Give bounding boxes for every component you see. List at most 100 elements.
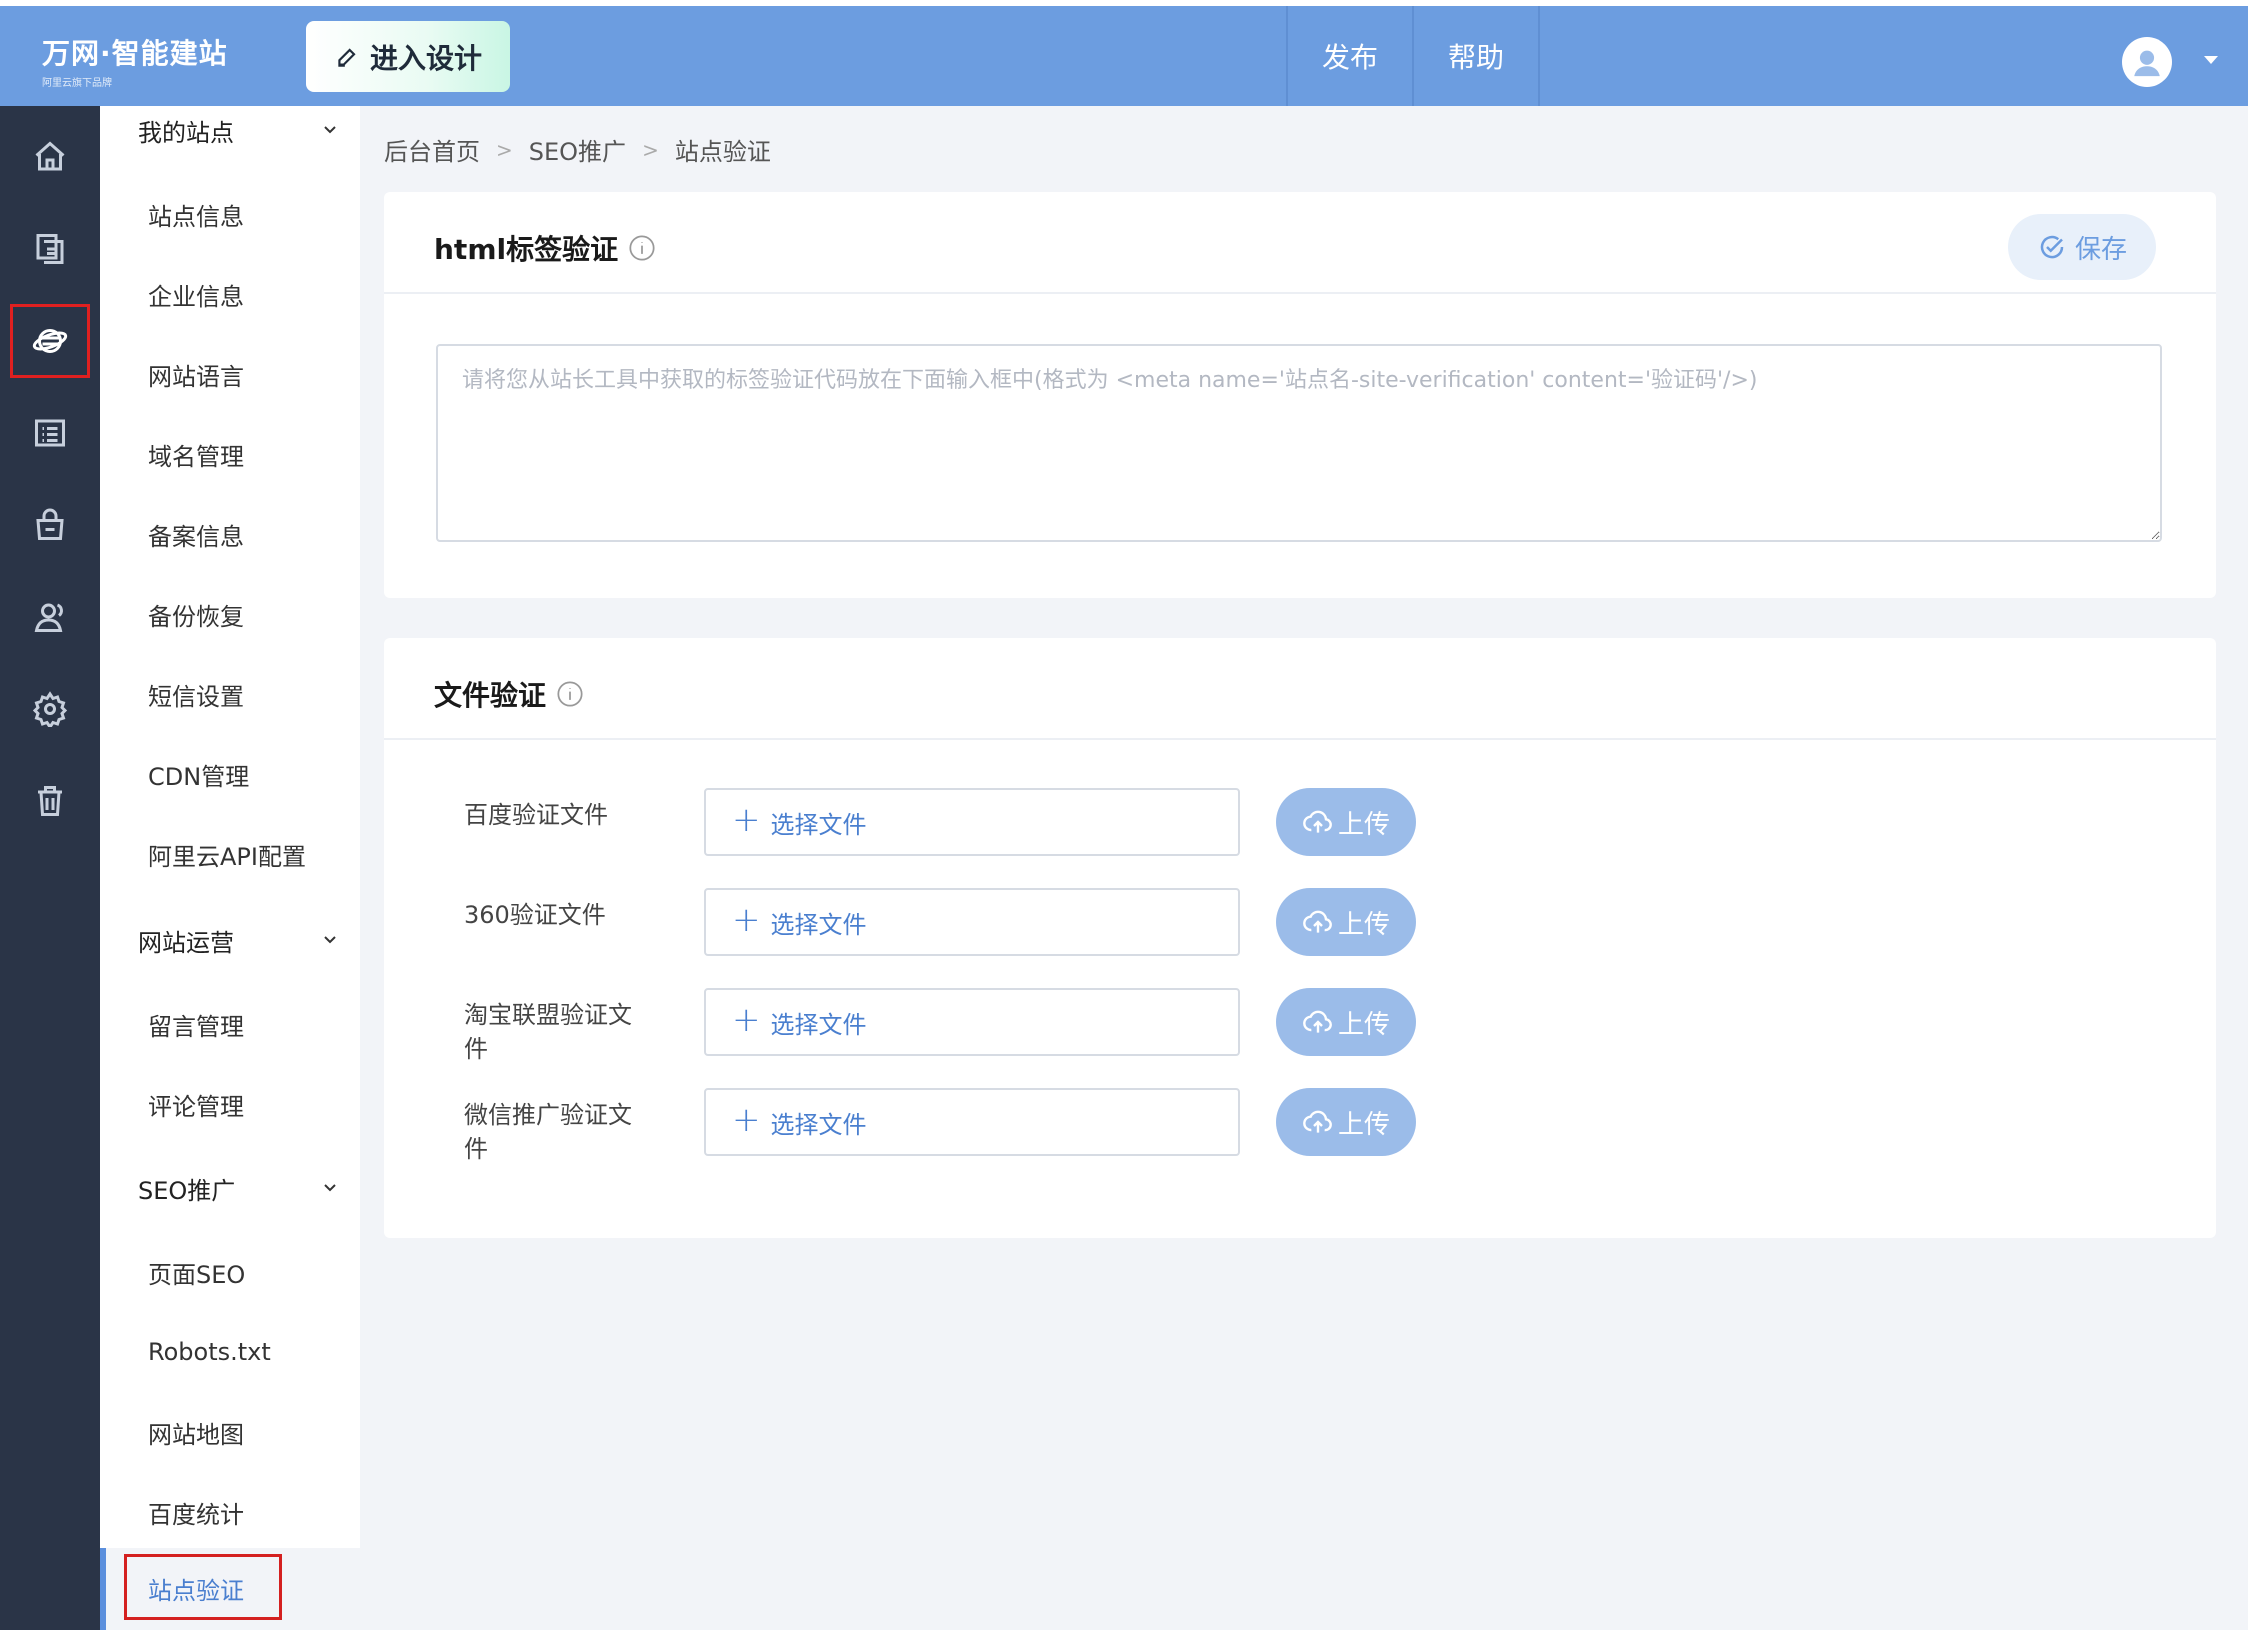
seo-globe-icon xyxy=(32,329,68,353)
help-button[interactable]: 帮助 xyxy=(1414,6,1538,106)
enter-design-label: 进入设计 xyxy=(369,41,482,75)
sidebar-item-aliyun-api[interactable]: 阿里云API配置 xyxy=(148,834,306,874)
group-seo-label: SEO推广 xyxy=(138,1176,236,1205)
sidebar-item-company-info[interactable]: 企业信息 xyxy=(148,274,244,314)
taobao-upload-button[interactable]: 上传 xyxy=(1276,988,1416,1056)
edit-pencil-icon xyxy=(338,47,356,67)
breadcrumb-home[interactable]: 后台首页 xyxy=(384,132,480,167)
info-icon[interactable] xyxy=(556,680,584,708)
logo[interactable]: 万网·智能建站 阿里云旗下品牌 xyxy=(42,32,228,89)
save-label: 保存 xyxy=(2074,234,2127,265)
select-file-label: 选择文件 xyxy=(770,910,867,939)
html-card-title: html标签验证 xyxy=(434,228,656,268)
wechat-upload-button[interactable]: 上传 xyxy=(1276,1088,1416,1156)
sidebar-item-backup[interactable]: 备份恢复 xyxy=(148,594,244,634)
baidu-upload-button[interactable]: 上传 xyxy=(1276,788,1416,856)
trash-icon xyxy=(38,786,62,816)
sidebar-item-icp[interactable]: 备案信息 xyxy=(148,514,244,554)
file-card-title: 文件验证 xyxy=(434,674,584,714)
rail-home[interactable] xyxy=(10,120,90,194)
rail-seo[interactable] xyxy=(10,304,90,378)
cloud-upload-icon xyxy=(1303,1110,1332,1133)
sidebar-item-page-seo[interactable]: 页面SEO xyxy=(148,1252,245,1292)
pages-icon xyxy=(36,234,64,264)
logo-text: 万网·智能建站 xyxy=(42,37,228,70)
rail-users[interactable] xyxy=(10,580,90,654)
logo-subtext: 阿里云旗下品牌 xyxy=(42,78,112,89)
sidebar-item-cdn[interactable]: CDN管理 xyxy=(148,754,249,794)
baidu-file-label: 百度验证文件 xyxy=(464,801,608,829)
save-button[interactable]: 保存 xyxy=(2008,214,2156,280)
card-header: 文件验证 xyxy=(384,638,2216,740)
user-icon xyxy=(2134,50,2160,77)
rail-trash[interactable] xyxy=(10,764,90,838)
info-icon[interactable] xyxy=(628,234,656,262)
chevron-down-icon xyxy=(324,1184,336,1192)
settings-icon xyxy=(32,691,68,727)
wechat-select-file-button[interactable]: + 选择文件 xyxy=(704,1088,1240,1156)
breadcrumb-current: 站点验证 xyxy=(674,138,771,166)
breadcrumb: 后台首页 > SEO推广 > 站点验证 xyxy=(384,132,771,167)
sidebar-item-messages[interactable]: 留言管理 xyxy=(148,1004,244,1044)
select-file-label: 选择文件 xyxy=(770,810,867,839)
secondary-sidebar: 我的站点 站点信息 企业信息 网站语言 域名管理 备案信息 备份恢复 短信设置 … xyxy=(100,106,360,1630)
select-file-label: 选择文件 xyxy=(770,1110,867,1139)
publish-button[interactable]: 发布 xyxy=(1288,6,1412,106)
360-upload-button[interactable]: 上传 xyxy=(1276,888,1416,956)
sidebar-item-domain[interactable]: 域名管理 xyxy=(148,434,244,474)
chevron-down-icon xyxy=(324,936,336,944)
top-header: 万网·智能建站 阿里云旗下品牌 进入设计 发布 帮助 xyxy=(0,0,2248,106)
baidu-select-file-button[interactable]: + 选择文件 xyxy=(704,788,1240,856)
select-file-label: 选择文件 xyxy=(770,1010,867,1039)
upload-label: 上传 xyxy=(1337,909,1390,940)
html-verification-card: html标签验证 保存 xyxy=(384,192,2216,598)
rail-pages[interactable] xyxy=(10,212,90,286)
rail-shop[interactable] xyxy=(10,488,90,562)
upload-label: 上传 xyxy=(1337,1009,1390,1040)
upload-label: 上传 xyxy=(1337,1109,1390,1140)
sidebar-item-site-language[interactable]: 网站语言 xyxy=(148,354,244,394)
card-header: html标签验证 保存 xyxy=(384,192,2216,294)
upload-label: 上传 xyxy=(1337,809,1390,840)
header-divider xyxy=(1538,6,1540,106)
user-avatar[interactable] xyxy=(2122,37,2172,87)
rail-settings[interactable] xyxy=(10,672,90,746)
chevron-right-icon: > xyxy=(642,137,659,162)
group-seo[interactable]: SEO推广 xyxy=(138,1168,338,1208)
breadcrumb-seo[interactable]: SEO推广 xyxy=(529,132,626,167)
rail-list[interactable] xyxy=(10,396,90,470)
sidebar-item-site-info[interactable]: 站点信息 xyxy=(148,194,244,234)
chevron-down-icon xyxy=(324,126,336,134)
home-icon xyxy=(35,141,65,171)
users-icon xyxy=(34,603,63,632)
sidebar-item-sitemap[interactable]: 网站地图 xyxy=(148,1412,244,1452)
file-verification-card: 文件验证 百度验证文件 + 选择文件 上传 360验证文件 + 选择文件 上传 … xyxy=(384,638,2216,1238)
enter-design-button[interactable]: 进入设计 xyxy=(306,21,510,92)
sidebar-item-sms[interactable]: 短信设置 xyxy=(148,674,244,714)
cloud-upload-icon xyxy=(1303,910,1332,933)
360-select-file-button[interactable]: + 选择文件 xyxy=(704,888,1240,956)
highlight-box xyxy=(124,1554,282,1620)
360-file-label: 360验证文件 xyxy=(464,901,606,929)
taobao-file-label: 淘宝联盟验证文件 xyxy=(464,1001,632,1063)
plus-icon: + xyxy=(732,800,761,840)
sidebar-item-comments[interactable]: 评论管理 xyxy=(148,1084,244,1124)
group-my-site[interactable]: 我的站点 xyxy=(138,110,338,150)
user-menu-caret-icon[interactable] xyxy=(2204,56,2218,64)
meta-tag-input[interactable] xyxy=(436,344,2162,542)
group-operations-label: 网站运营 xyxy=(138,928,234,957)
chevron-right-icon: > xyxy=(496,137,513,162)
taobao-select-file-button[interactable]: + 选择文件 xyxy=(704,988,1240,1056)
group-operations[interactable]: 网站运营 xyxy=(138,920,338,960)
html-card-title-text: html标签验证 xyxy=(434,233,619,266)
active-item-indicator xyxy=(100,1548,106,1630)
list-icon xyxy=(35,419,65,447)
sidebar-item-baidu-stats[interactable]: 百度统计 xyxy=(148,1492,244,1532)
sidebar-item-robots[interactable]: Robots.txt xyxy=(148,1332,271,1372)
check-circle-icon xyxy=(2040,235,2064,259)
shop-icon xyxy=(36,508,64,540)
file-card-title-text: 文件验证 xyxy=(434,679,547,712)
cloud-upload-icon xyxy=(1303,1010,1332,1033)
group-my-site-label: 我的站点 xyxy=(138,118,234,147)
wechat-file-label: 微信推广验证文件 xyxy=(464,1101,632,1163)
